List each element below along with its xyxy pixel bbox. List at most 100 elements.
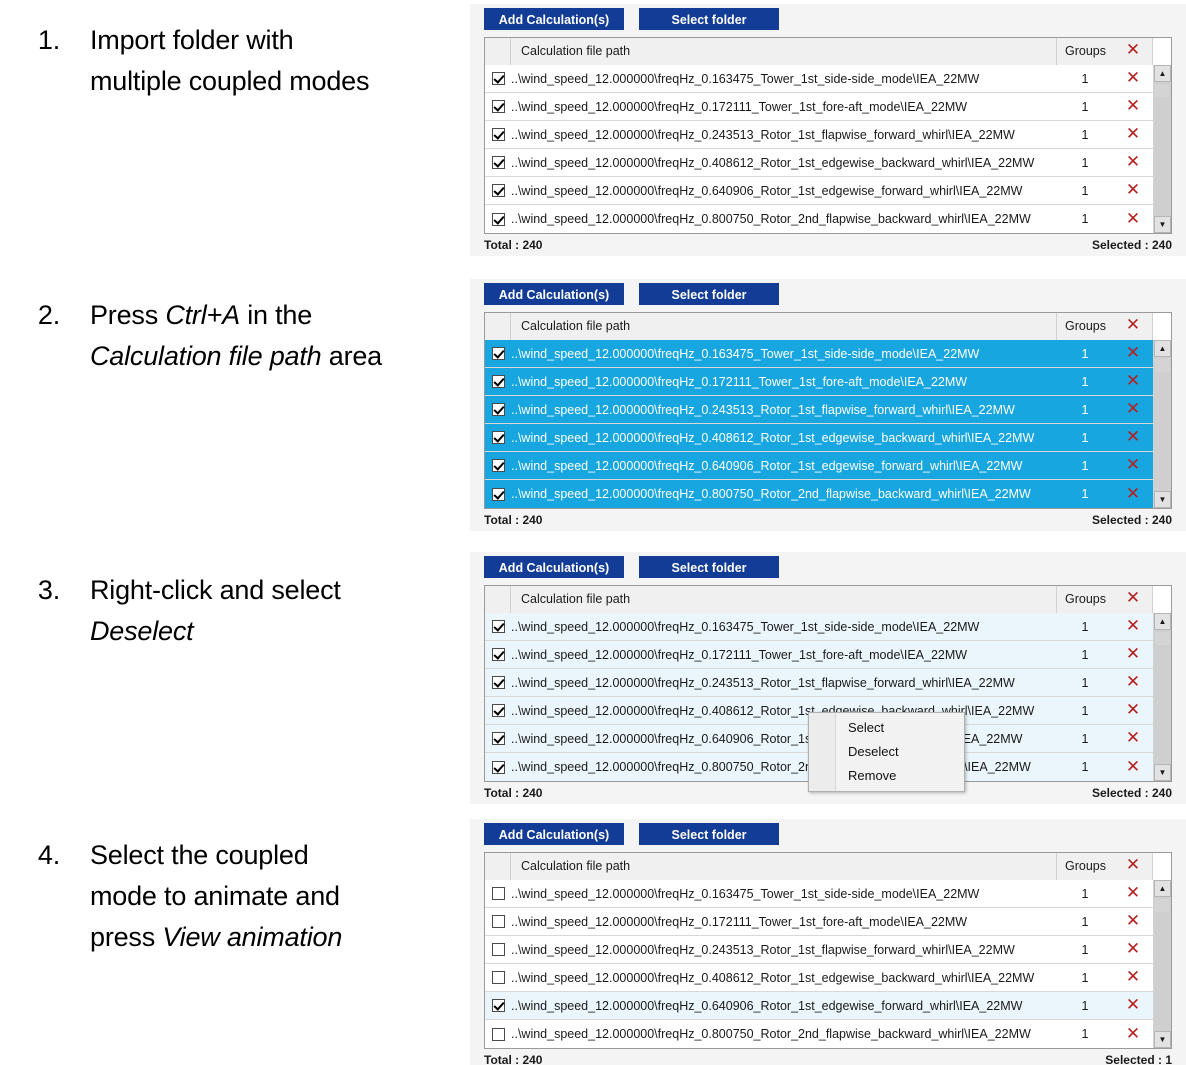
row-delete-button[interactable]: ✕: [1114, 702, 1152, 719]
select-folder-button[interactable]: Select folder: [639, 823, 779, 845]
add-calculations-button[interactable]: Add Calculation(s): [484, 823, 624, 845]
row-checkbox[interactable]: [491, 128, 505, 141]
row-delete-button[interactable]: ✕: [1114, 730, 1152, 747]
select-folder-button[interactable]: Select folder: [639, 556, 779, 578]
row-delete-button[interactable]: ✕: [1114, 345, 1152, 362]
row-checkbox-cell[interactable]: [485, 620, 511, 633]
row-checkbox-cell[interactable]: [485, 375, 511, 388]
table-row[interactable]: ..\wind_speed_12.000000\freqHz_0.163475_…: [485, 613, 1171, 641]
row-checkbox-cell[interactable]: [485, 943, 511, 956]
row-delete-button[interactable]: ✕: [1114, 98, 1152, 115]
scrollbar-track[interactable]: [1154, 897, 1171, 1031]
table-row[interactable]: ..\wind_speed_12.000000\freqHz_0.408612_…: [485, 424, 1171, 452]
scroll-up-button[interactable]: ▲: [1154, 65, 1171, 82]
scrollbar-track[interactable]: [1154, 630, 1171, 764]
row-delete-button[interactable]: ✕: [1114, 210, 1152, 228]
row-delete-button[interactable]: ✕: [1114, 401, 1152, 418]
table-row[interactable]: ..\wind_speed_12.000000\freqHz_0.163475_…: [485, 340, 1171, 368]
row-checkbox[interactable]: [491, 459, 505, 472]
row-delete-button[interactable]: ✕: [1114, 429, 1152, 446]
table-row[interactable]: ..\wind_speed_12.000000\freqHz_0.163475_…: [485, 880, 1171, 908]
table-row[interactable]: ..\wind_speed_12.000000\freqHz_0.640906_…: [485, 992, 1171, 1020]
row-checkbox-cell[interactable]: [485, 184, 511, 197]
scrollbar-thumb[interactable]: [1155, 359, 1170, 372]
scrollbar-track[interactable]: [1154, 82, 1171, 216]
row-checkbox-cell[interactable]: [485, 100, 511, 113]
select-folder-button[interactable]: Select folder: [639, 283, 779, 305]
row-checkbox-cell[interactable]: [485, 760, 511, 774]
row-checkbox-cell[interactable]: [485, 487, 511, 501]
row-checkbox-cell[interactable]: [485, 999, 511, 1012]
row-checkbox[interactable]: [491, 620, 505, 633]
scrollbar-thumb[interactable]: [1155, 84, 1170, 97]
row-checkbox-cell[interactable]: [485, 156, 511, 169]
scroll-down-button[interactable]: ▼: [1154, 491, 1171, 508]
row-checkbox[interactable]: [491, 648, 505, 661]
table-row[interactable]: ..\wind_speed_12.000000\freqHz_0.408612_…: [485, 149, 1171, 177]
table-row[interactable]: ..\wind_speed_12.000000\freqHz_0.800750_…: [485, 480, 1171, 508]
row-checkbox-cell[interactable]: [485, 676, 511, 689]
row-delete-button[interactable]: ✕: [1114, 941, 1152, 958]
add-calculations-button[interactable]: Add Calculation(s): [484, 8, 624, 30]
row-checkbox[interactable]: [491, 915, 505, 928]
row-checkbox-cell[interactable]: [485, 347, 511, 360]
row-delete-button[interactable]: ✕: [1114, 457, 1152, 474]
row-delete-button[interactable]: ✕: [1114, 373, 1152, 390]
row-checkbox-cell[interactable]: [485, 431, 511, 444]
row-checkbox-cell[interactable]: [485, 212, 511, 226]
select-folder-button[interactable]: Select folder: [639, 8, 779, 30]
row-checkbox[interactable]: [491, 347, 505, 360]
row-checkbox[interactable]: [491, 212, 505, 226]
scroll-down-button[interactable]: ▼: [1154, 764, 1171, 781]
row-checkbox-cell[interactable]: [485, 1027, 511, 1041]
row-checkbox[interactable]: [491, 760, 505, 774]
scrollbar-track[interactable]: [1154, 357, 1171, 491]
table-row[interactable]: ..\wind_speed_12.000000\freqHz_0.640906_…: [485, 452, 1171, 480]
row-delete-button[interactable]: ✕: [1114, 997, 1152, 1014]
row-checkbox[interactable]: [491, 943, 505, 956]
add-calculations-button[interactable]: Add Calculation(s): [484, 283, 624, 305]
table-row[interactable]: ..\wind_speed_12.000000\freqHz_0.243513_…: [485, 121, 1171, 149]
scroll-up-button[interactable]: ▲: [1154, 613, 1171, 630]
row-delete-button[interactable]: ✕: [1114, 674, 1152, 691]
table-row[interactable]: ..\wind_speed_12.000000\freqHz_0.243513_…: [485, 936, 1171, 964]
vertical-scrollbar[interactable]: ▲ ▼: [1153, 613, 1171, 781]
row-checkbox[interactable]: [491, 72, 505, 85]
row-checkbox-cell[interactable]: [485, 648, 511, 661]
scrollbar-thumb[interactable]: [1155, 632, 1170, 645]
row-checkbox[interactable]: [491, 1027, 505, 1041]
row-checkbox-cell[interactable]: [485, 971, 511, 984]
table-row[interactable]: ..\wind_speed_12.000000\freqHz_0.172111_…: [485, 93, 1171, 121]
vertical-scrollbar[interactable]: ▲ ▼: [1153, 340, 1171, 508]
row-checkbox[interactable]: [491, 431, 505, 444]
table-row[interactable]: ..\wind_speed_12.000000\freqHz_0.640906_…: [485, 177, 1171, 205]
row-delete-button[interactable]: ✕: [1114, 126, 1152, 143]
row-checkbox[interactable]: [491, 184, 505, 197]
row-checkbox-cell[interactable]: [485, 72, 511, 85]
row-checkbox[interactable]: [491, 100, 505, 113]
row-checkbox-cell[interactable]: [485, 704, 511, 717]
row-delete-button[interactable]: ✕: [1114, 154, 1152, 171]
row-checkbox-cell[interactable]: [485, 915, 511, 928]
scroll-up-button[interactable]: ▲: [1154, 880, 1171, 897]
table-row[interactable]: ..\wind_speed_12.000000\freqHz_0.243513_…: [485, 669, 1171, 697]
table-row[interactable]: ..\wind_speed_12.000000\freqHz_0.800750_…: [485, 205, 1171, 233]
delete-all-button[interactable]: ✕: [1114, 585, 1152, 613]
context-menu-item-remove[interactable]: Remove: [809, 764, 964, 788]
row-checkbox[interactable]: [491, 156, 505, 169]
row-delete-button[interactable]: ✕: [1114, 618, 1152, 635]
scroll-up-button[interactable]: ▲: [1154, 340, 1171, 357]
context-menu-item-deselect[interactable]: Deselect: [809, 740, 964, 764]
row-checkbox-cell[interactable]: [485, 403, 511, 416]
vertical-scrollbar[interactable]: ▲ ▼: [1153, 880, 1171, 1048]
row-checkbox-cell[interactable]: [485, 732, 511, 745]
row-checkbox[interactable]: [491, 999, 505, 1012]
row-checkbox[interactable]: [491, 375, 505, 388]
row-checkbox-cell[interactable]: [485, 128, 511, 141]
delete-all-button[interactable]: ✕: [1114, 37, 1152, 65]
table-row[interactable]: ..\wind_speed_12.000000\freqHz_0.172111_…: [485, 908, 1171, 936]
row-delete-button[interactable]: ✕: [1114, 758, 1152, 776]
row-checkbox-cell[interactable]: [485, 887, 511, 900]
vertical-scrollbar[interactable]: ▲ ▼: [1153, 65, 1171, 233]
scrollbar-thumb[interactable]: [1155, 899, 1170, 912]
